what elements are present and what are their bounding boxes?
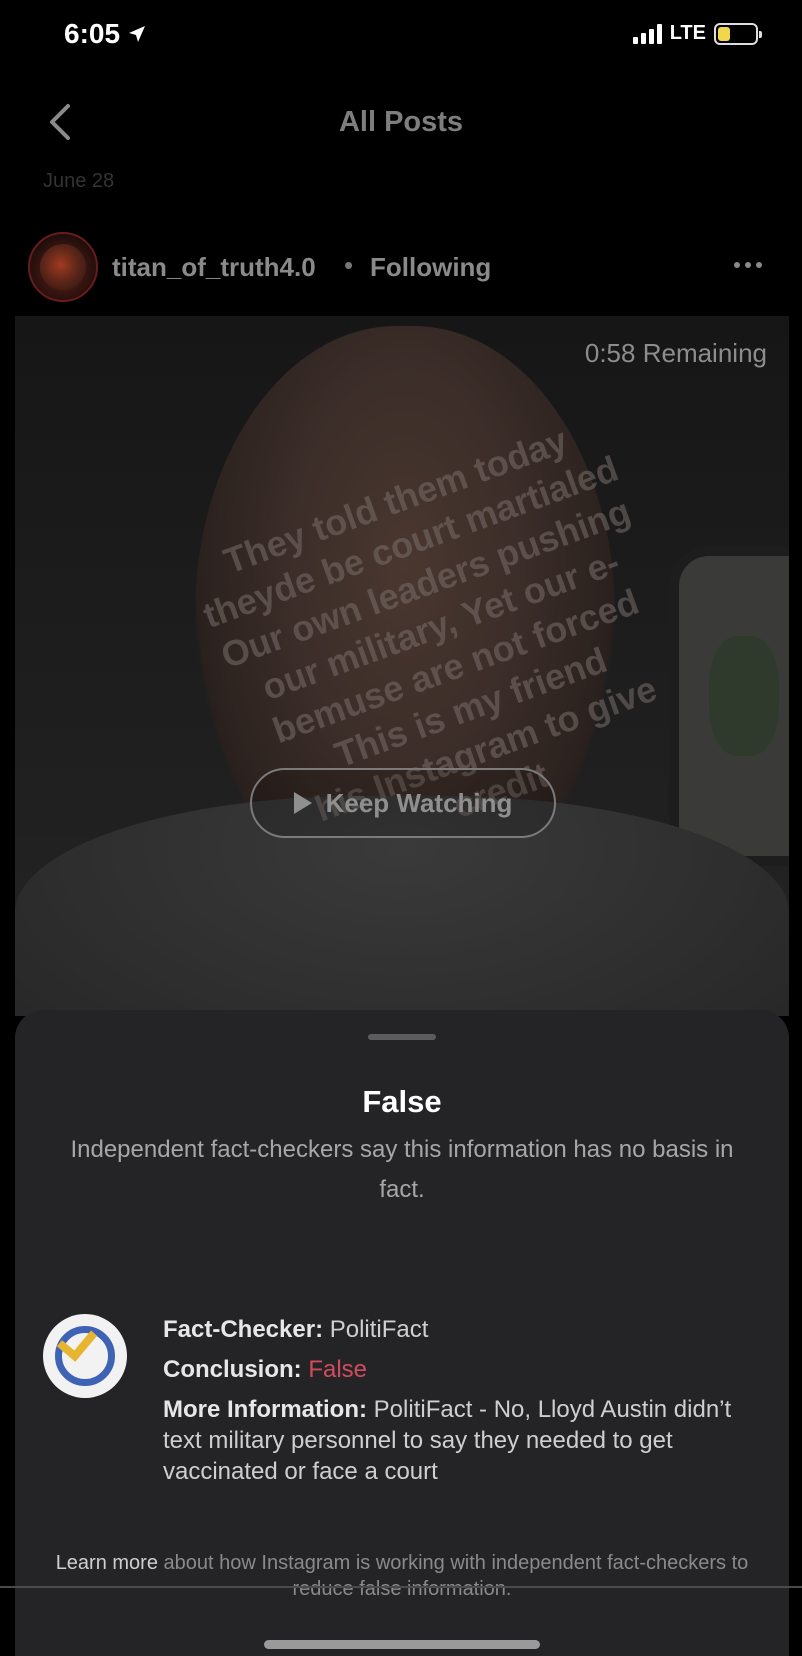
time-remaining: 0:58 Remaining — [584, 338, 767, 368]
more-info-label: More Information: — [163, 1396, 367, 1423]
following-button[interactable]: Following — [370, 252, 491, 283]
learn-more-link[interactable]: Learn more — [56, 1552, 158, 1574]
sheet-drag-handle[interactable] — [368, 1034, 436, 1040]
learn-more-text: Learn more about how Instagram is workin… — [35, 1550, 769, 1602]
location-arrow-icon — [129, 26, 146, 42]
fact-check-description: Independent fact-checkers say this infor… — [70, 1136, 734, 1203]
conclusion-line: Conclusion: False — [163, 1354, 753, 1386]
network-label: LTE — [669, 22, 706, 44]
battery-level — [718, 26, 730, 41]
politifact-logo-icon — [43, 1314, 127, 1398]
conclusion-label: Conclusion: — [163, 1356, 302, 1383]
video-player[interactable]: 0:58 Remaining They told them today they… — [15, 316, 789, 1016]
status-bar: 6:05 LTE — [0, 0, 802, 72]
fact-checker-label: Fact-Checker: — [163, 1316, 324, 1343]
keep-watching-button[interactable]: Keep Watching — [250, 768, 556, 838]
play-icon — [293, 792, 312, 814]
divider — [0, 1586, 802, 1588]
fact-checker-value: PolitiFact — [329, 1316, 429, 1343]
learn-more-description: about how Instagram is working with inde… — [163, 1552, 749, 1600]
avatar[interactable] — [28, 232, 98, 302]
fact-check-title: False — [362, 1084, 442, 1119]
more-horizontal-icon[interactable] — [734, 262, 762, 268]
username[interactable]: titan_of_truth4.0 — [112, 252, 316, 283]
page-title: All Posts — [338, 106, 464, 138]
nav-bar: All Posts — [0, 80, 802, 160]
status-time-text: 6:05 — [64, 18, 121, 49]
fact-checker-line: Fact-Checker: PolitiFact — [163, 1314, 753, 1346]
more-info-line[interactable]: More Information: PolitiFact - No, Lloyd… — [163, 1394, 753, 1487]
status-right: LTE — [632, 22, 762, 45]
separator-dot: • — [344, 250, 354, 280]
home-indicator — [264, 1640, 540, 1649]
battery-icon — [714, 22, 762, 45]
cellular-signal-icon — [632, 23, 662, 44]
keep-watching-label: Keep Watching — [325, 787, 513, 818]
post-date: June 28 — [43, 170, 115, 192]
avatar-image — [40, 244, 86, 290]
status-time: 6:05 — [64, 18, 146, 50]
fact-check-sheet: False Independent fact-checkers say this… — [15, 1010, 789, 1656]
post-header: titan_of_truth4.0 • Following — [0, 228, 802, 308]
conclusion-value: False — [308, 1356, 368, 1383]
